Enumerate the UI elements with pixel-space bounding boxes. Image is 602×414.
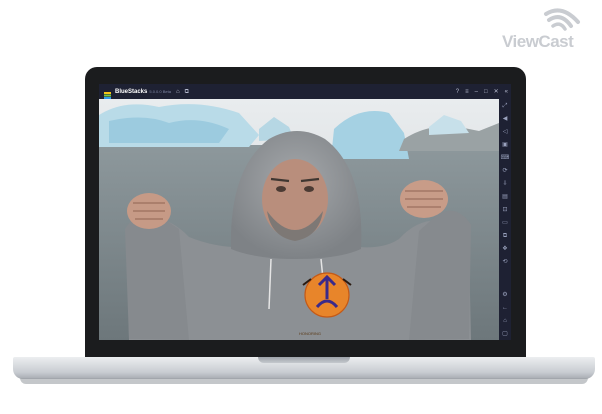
volume-down-icon[interactable]: ◁ bbox=[499, 125, 511, 138]
macro-icon[interactable]: ⟳ bbox=[499, 164, 511, 177]
close-icon[interactable]: ✕ bbox=[494, 89, 499, 95]
home-nav-icon[interactable]: ⌂ bbox=[499, 314, 511, 327]
bluestacks-logo-icon bbox=[103, 87, 112, 99]
copy-icon[interactable]: ⧉ bbox=[499, 229, 511, 242]
keyboard-controls-icon[interactable]: ⌨ bbox=[499, 151, 511, 164]
volume-up-icon[interactable]: ◀ bbox=[499, 112, 511, 125]
window-controls: ? ≡ – □ ✕ « bbox=[450, 89, 508, 95]
app-version: 5.0.0.0 Beta bbox=[149, 89, 171, 94]
laptop-notch bbox=[258, 357, 350, 363]
wifi-signal-icon bbox=[544, 8, 580, 31]
bluestacks-window: BlueStacks 5.0.0.0 Beta ⌂ ⧉ ? ≡ – □ ✕ « bbox=[99, 84, 511, 340]
hooded-man-photo bbox=[99, 99, 499, 340]
minimize-icon[interactable]: – bbox=[475, 89, 478, 95]
app-name: BlueStacks bbox=[115, 88, 148, 95]
install-apk-icon[interactable]: ⇩ bbox=[499, 177, 511, 190]
watermark-text: ViewCast bbox=[502, 32, 574, 51]
eco-mode-icon[interactable]: ❖ bbox=[499, 242, 511, 255]
title-bar: BlueStacks 5.0.0.0 Beta ⌂ ⧉ ? ≡ – □ ✕ « bbox=[99, 84, 511, 99]
help-icon[interactable]: ? bbox=[456, 89, 459, 95]
sync-icon[interactable]: ⟲ bbox=[499, 255, 511, 268]
screen-record-icon[interactable]: ▣ bbox=[499, 138, 511, 151]
menu-icon[interactable]: ≡ bbox=[465, 89, 469, 95]
laptop-base-shadow bbox=[20, 378, 588, 384]
folder-icon[interactable]: ▭ bbox=[499, 216, 511, 229]
maximize-icon[interactable]: □ bbox=[484, 89, 488, 95]
viewcast-watermark: ViewCast bbox=[500, 6, 596, 51]
screenshot-icon[interactable]: ⊡ bbox=[499, 203, 511, 216]
settings-icon[interactable]: ⚙ bbox=[499, 288, 511, 301]
collapse-sidebar-icon[interactable]: « bbox=[505, 89, 508, 95]
shirt-logo-text: HONORING bbox=[299, 331, 321, 336]
fullscreen-icon[interactable]: ⤢ bbox=[499, 99, 511, 112]
recent-apps-icon[interactable]: ▢ bbox=[499, 327, 511, 340]
right-sidebar: ⤢ ◀ ◁ ▣ ⌨ ⟳ ⇩ ▤ ⊡ ▭ ⧉ ❖ ⟲ ⚙ ← ⌂ ▢ bbox=[499, 99, 511, 340]
multi-instance-sidebar-icon[interactable]: ▤ bbox=[499, 190, 511, 203]
home-icon[interactable]: ⌂ bbox=[176, 89, 180, 95]
multi-instance-icon[interactable]: ⧉ bbox=[185, 89, 189, 95]
back-icon[interactable]: ← bbox=[499, 301, 511, 314]
app-content-photo[interactable]: HONORING bbox=[99, 99, 499, 340]
